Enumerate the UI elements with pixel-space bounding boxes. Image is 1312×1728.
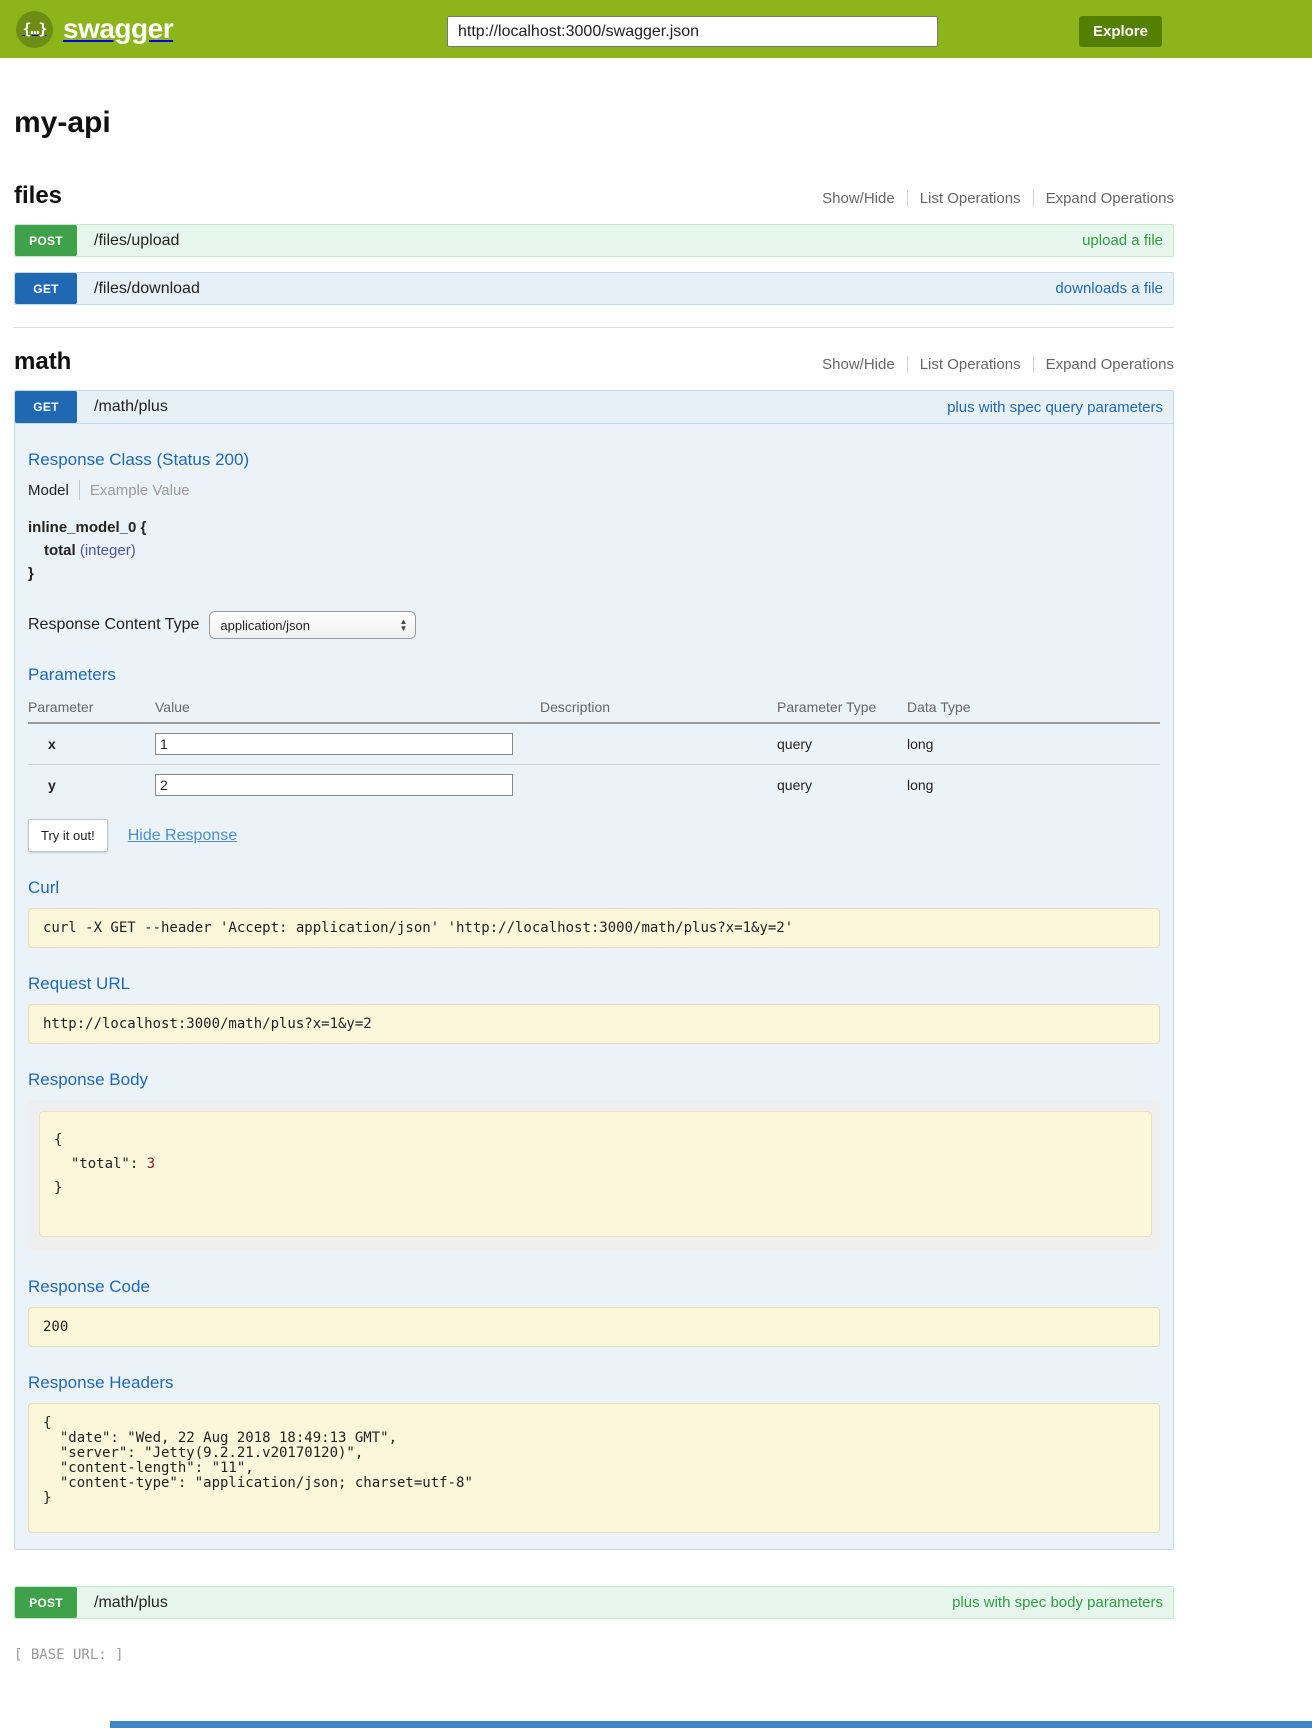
parameter-name: x xyxy=(28,723,155,765)
parameters-heading: Parameters xyxy=(28,665,1160,685)
section-title-math: math xyxy=(14,348,71,376)
response-class-heading: Response Class (Status 200) xyxy=(28,450,1160,470)
try-it-out-button[interactable]: Try it out! xyxy=(28,819,108,852)
parameter-row-y: y query long xyxy=(28,765,1160,806)
request-url-heading: Request URL xyxy=(28,974,1160,994)
tab-example-value[interactable]: Example Value xyxy=(90,482,190,499)
parameter-x-value-input[interactable] xyxy=(155,733,513,755)
parameter-row-x: x query long xyxy=(28,723,1160,765)
response-code-value: 200 xyxy=(28,1307,1160,1347)
operation-summary-link[interactable]: downloads a file xyxy=(1055,280,1163,297)
swagger-brand-link[interactable]: {…} swagger xyxy=(16,11,173,48)
response-headers-json: { "date": "Wed, 22 Aug 2018 18:49:13 GMT… xyxy=(28,1403,1160,1533)
operation-heading[interactable]: POST /math/plus plus with spec body para… xyxy=(14,1586,1174,1619)
brand-title: swagger xyxy=(63,13,173,45)
col-header-parameter-type: Parameter Type xyxy=(777,695,907,723)
tab-separator xyxy=(79,480,80,500)
operation-heading[interactable]: GET /files/download downloads a file xyxy=(14,272,1174,305)
selected-content-type: application/json xyxy=(220,618,310,633)
operation-content: Response Class (Status 200) Model Exampl… xyxy=(15,424,1173,1549)
hide-response-link[interactable]: Hide Response xyxy=(128,827,237,845)
operation-post-math-plus: POST /math/plus plus with spec body para… xyxy=(14,1586,1174,1619)
section-title-files: files xyxy=(14,182,62,210)
col-header-value: Value xyxy=(155,695,540,723)
swagger-logo-icon: {…} xyxy=(16,11,53,48)
files-show-hide-link[interactable]: Show/Hide xyxy=(810,190,907,207)
resource-section-math: math Show/Hide List Operations Expand Op… xyxy=(14,348,1174,1619)
response-content-type-select[interactable]: application/json ▲▼ xyxy=(209,611,416,639)
files-list-operations-link[interactable]: List Operations xyxy=(907,190,1033,207)
files-expand-operations-link[interactable]: Expand Operations xyxy=(1033,190,1174,207)
response-headers-heading: Response Headers xyxy=(28,1373,1160,1393)
math-list-operations-link[interactable]: List Operations xyxy=(907,356,1033,373)
signature-tabs: Model Example Value xyxy=(28,480,1160,500)
post-method-badge: POST xyxy=(15,225,77,256)
operation-path-link[interactable]: /math/plus xyxy=(94,398,168,416)
response-body-json: { "total": 3 } xyxy=(39,1111,1152,1237)
parameter-description xyxy=(540,765,777,806)
parameter-description xyxy=(540,723,777,765)
math-expand-operations-link[interactable]: Expand Operations xyxy=(1033,356,1174,373)
operation-heading[interactable]: GET /math/plus plus with spec query para… xyxy=(15,391,1173,424)
operation-path-link[interactable]: /math/plus xyxy=(94,1594,168,1612)
model-open-line: inline_model_0 { xyxy=(28,516,1160,539)
tab-model[interactable]: Model xyxy=(28,482,69,499)
response-body-heading: Response Body xyxy=(28,1070,1160,1090)
curl-heading: Curl xyxy=(28,878,1160,898)
operation-path-link[interactable]: /files/upload xyxy=(94,232,179,250)
math-show-hide-link[interactable]: Show/Hide xyxy=(810,356,907,373)
model-property-type: (integer) xyxy=(80,542,136,559)
operation-get-files-download: GET /files/download downloads a file xyxy=(14,272,1174,305)
operation-summary-link[interactable]: plus with spec query parameters xyxy=(947,399,1163,416)
post-method-badge: POST xyxy=(15,1587,77,1618)
col-header-parameter: Parameter xyxy=(28,695,155,723)
operation-path-link[interactable]: /files/download xyxy=(94,280,200,298)
spec-url-input[interactable] xyxy=(447,16,938,47)
operation-get-math-plus-expanded: GET /math/plus plus with spec query para… xyxy=(14,390,1174,1550)
parameter-name: y xyxy=(28,765,155,806)
bottom-accent-bar xyxy=(110,1721,1312,1728)
page-title: my-api xyxy=(14,106,1174,140)
operation-summary-link[interactable]: upload a file xyxy=(1082,232,1163,249)
resource-section-files: files Show/Hide List Operations Expand O… xyxy=(14,182,1174,305)
section-divider xyxy=(14,327,1174,328)
get-method-badge: GET xyxy=(15,391,77,423)
base-url-footer: [ BASE URL: ] xyxy=(14,1647,1174,1663)
response-body-container: { "total": 3 } xyxy=(28,1100,1160,1251)
response-content-type-label: Response Content Type xyxy=(28,616,199,634)
curl-command: curl -X GET --header 'Accept: applicatio… xyxy=(28,908,1160,948)
parameter-y-value-input[interactable] xyxy=(155,774,513,796)
parameter-type: query xyxy=(777,765,907,806)
model-close-line: } xyxy=(28,562,1160,585)
get-method-badge: GET xyxy=(15,273,77,304)
parameter-type: query xyxy=(777,723,907,765)
operation-summary-link[interactable]: plus with spec body parameters xyxy=(952,1594,1163,1611)
header-bar: {…} swagger Explore xyxy=(0,0,1312,58)
col-header-description: Description xyxy=(540,695,777,723)
operation-heading[interactable]: POST /files/upload upload a file xyxy=(14,224,1174,257)
select-arrows-icon: ▲▼ xyxy=(399,618,407,632)
request-url-value: http://localhost:3000/math/plus?x=1&y=2 xyxy=(28,1004,1160,1044)
model-signature: inline_model_0 { total (integer) } xyxy=(28,516,1160,585)
operation-post-files-upload: POST /files/upload upload a file xyxy=(14,224,1174,257)
parameters-table: Parameter Value Description Parameter Ty… xyxy=(28,695,1160,805)
parameter-data-type: long xyxy=(907,723,1160,765)
col-header-data-type: Data Type xyxy=(907,695,1160,723)
parameter-data-type: long xyxy=(907,765,1160,806)
model-property-name: total xyxy=(44,542,76,559)
explore-button[interactable]: Explore xyxy=(1079,16,1162,47)
response-code-heading: Response Code xyxy=(28,1277,1160,1297)
